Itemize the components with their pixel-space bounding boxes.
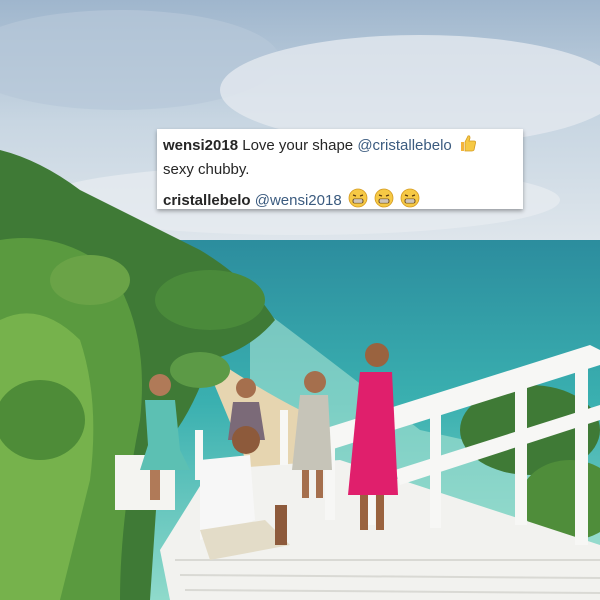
comment-overlay: wensi2018 Love your shape @cristallebelo… [157,129,523,209]
grimacing-laughing-icon [400,188,420,214]
comment-text: Love your shape [238,137,358,154]
grimacing-laughing-icon [348,188,368,214]
comment-text-continued: sexy chubby. [163,161,250,178]
beach-photo [0,0,600,600]
comment-mention[interactable]: @wensi2018 [255,192,342,209]
comment-username[interactable]: cristallebelo [163,192,251,209]
comment-1: wensi2018 Love your shape @cristallebelo… [163,133,517,180]
comment-2: cristallebelo @wensi2018 [163,188,517,214]
comment-username[interactable]: wensi2018 [163,137,238,154]
grimacing-laughing-icon [374,188,394,214]
comment-mention[interactable]: @cristallebelo [357,137,451,154]
thumbs-up-icon [458,133,478,159]
